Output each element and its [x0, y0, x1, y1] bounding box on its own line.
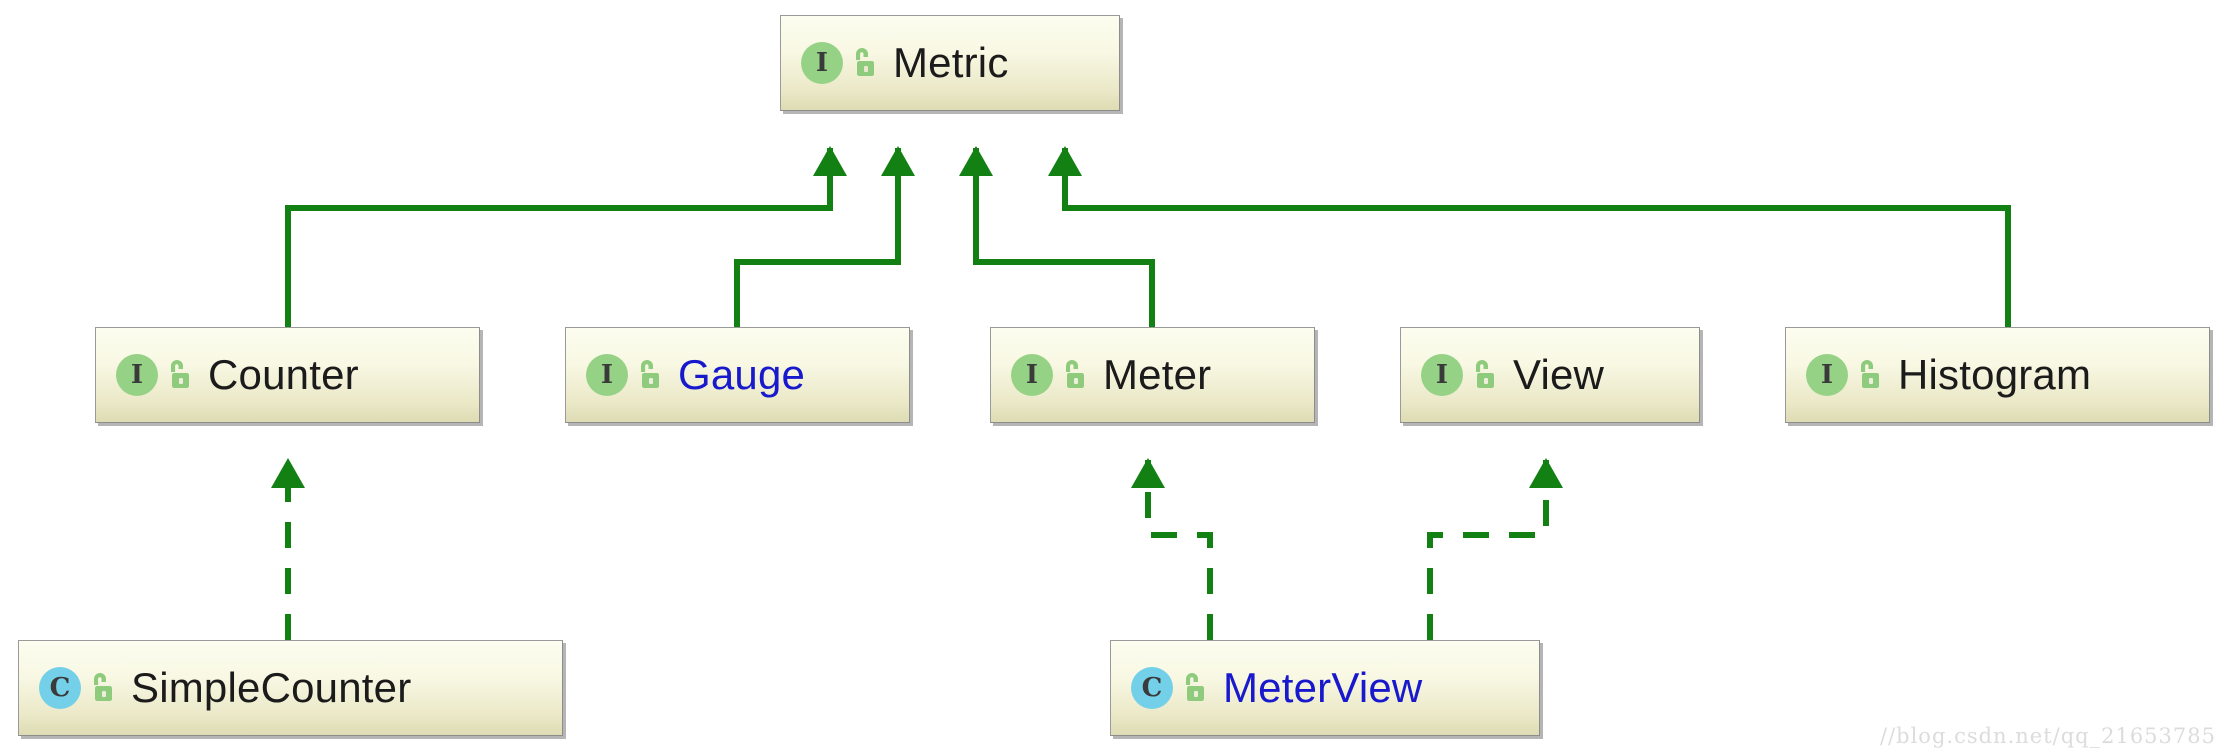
unlock-icon	[1179, 668, 1209, 708]
unlock-icon	[1059, 355, 1089, 395]
interface-icon: I	[1011, 354, 1053, 396]
uml-node-counter[interactable]: I Counter	[95, 327, 480, 423]
uml-node-metric[interactable]: I Metric	[780, 15, 1120, 111]
uml-diagram-canvas: I Metric I Counter I Gauge I Meter I Vie…	[0, 0, 2232, 756]
uml-node-label: View	[1513, 351, 1605, 398]
unlock-icon	[87, 668, 117, 708]
unlock-icon	[634, 355, 664, 395]
uml-node-label: Metric	[893, 39, 1009, 86]
edge-histogram-to-metric	[1048, 146, 2011, 327]
uml-node-label[interactable]: Gauge	[678, 354, 805, 396]
class-icon: C	[1131, 667, 1173, 709]
unlock-icon	[1854, 355, 1884, 395]
interface-icon: I	[1806, 354, 1848, 396]
edge-meterview-to-meter	[1131, 458, 1213, 640]
uml-node-simplecounter[interactable]: C SimpleCounter	[18, 640, 563, 736]
uml-node-label[interactable]: MeterView	[1223, 667, 1422, 709]
class-icon: C	[39, 667, 81, 709]
interface-icon: I	[801, 42, 843, 84]
edge-gauge-to-metric	[734, 146, 915, 327]
interface-icon: I	[116, 354, 158, 396]
unlock-icon	[1469, 355, 1499, 395]
uml-node-meter[interactable]: I Meter	[990, 327, 1315, 423]
uml-node-view[interactable]: I View	[1400, 327, 1700, 423]
uml-node-label: SimpleCounter	[131, 664, 412, 711]
edge-meterview-to-view	[1427, 458, 1563, 640]
edge-counter-to-metric	[285, 146, 847, 327]
edge-meter-to-metric	[959, 146, 1155, 327]
uml-node-label: Meter	[1103, 351, 1212, 398]
interface-icon: I	[1421, 354, 1463, 396]
uml-node-histogram[interactable]: I Histogram	[1785, 327, 2210, 423]
uml-node-label: Histogram	[1898, 351, 2092, 398]
interface-icon: I	[586, 354, 628, 396]
uml-node-label: Counter	[208, 351, 359, 398]
unlock-icon	[164, 355, 194, 395]
watermark-text: //blog.csdn.net/qq_21653785	[1880, 724, 2216, 748]
unlock-icon	[849, 43, 879, 83]
uml-node-gauge[interactable]: I Gauge	[565, 327, 910, 423]
uml-node-meterview[interactable]: C MeterView	[1110, 640, 1540, 736]
